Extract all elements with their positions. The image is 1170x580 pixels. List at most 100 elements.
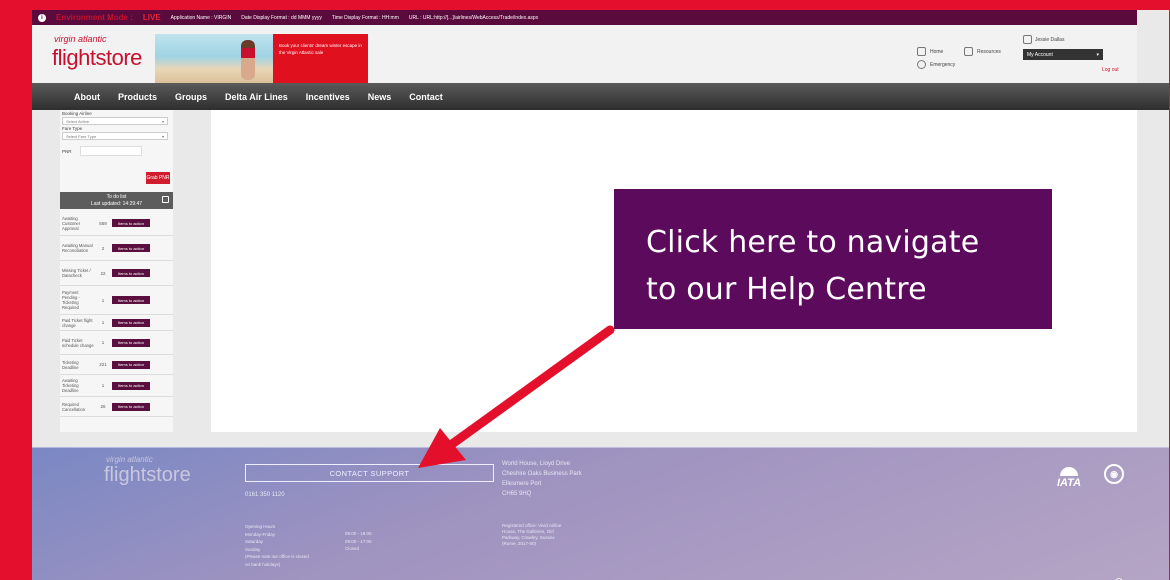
- hours-line: Opening Hours: [245, 524, 276, 529]
- todo-item-name: Payment Pending - Ticketing Required: [62, 290, 80, 310]
- iata-label: IATA: [1057, 477, 1082, 489]
- todo-item-name: Ticketing Deadline: [62, 359, 79, 370]
- nav-item-groups[interactable]: Groups: [175, 92, 207, 102]
- todo-item-name: Missing Ticket / Datacheck: [62, 268, 91, 278]
- pnr-input[interactable]: [79, 146, 142, 156]
- banner-figure: [241, 40, 255, 80]
- sidebar: Booking Airline Select Airline ▾ Fare Ty…: [60, 110, 173, 432]
- todo-row: Required Cancellation 26 Items to action: [60, 397, 173, 417]
- env-url: URL : URL:http://[...]/airlines/WebAcces…: [408, 14, 539, 21]
- todo-row: Awaiting Customer Approval 559 Items to …: [60, 211, 173, 236]
- todo-list: Awaiting Customer Approval 559 Items to …: [60, 211, 173, 417]
- headset-icon: [917, 60, 926, 69]
- env-time-format: Time Display Format : HH:mm: [331, 14, 399, 21]
- env-mode-label: Environment Mode :: [56, 13, 133, 22]
- todo-item-count: 1: [101, 320, 105, 325]
- home-link-label: Home: [930, 48, 944, 55]
- help-centre-callout: Click here to navigate to our Help Centr…: [614, 189, 1052, 329]
- home-link[interactable]: Home: [917, 47, 943, 56]
- chevron-down-icon: ▾: [161, 118, 164, 124]
- resources-link-label: Resources: [977, 48, 1001, 55]
- hours-time: 09:00 - 17:00: [345, 538, 372, 544]
- items-to-action-button[interactable]: Items to action: [112, 338, 150, 347]
- contact-support-button[interactable]: CONTACT SUPPORT: [245, 464, 494, 482]
- items-to-action-button[interactable]: Items to action: [112, 318, 150, 327]
- hours-line: Saturday: [245, 539, 264, 544]
- nav-item-products[interactable]: Products: [118, 92, 157, 102]
- todo-row: Payment Pending - Ticketing Required 1 I…: [60, 286, 173, 315]
- address-line: Ellesmere Port: [502, 481, 542, 487]
- document-icon: [964, 47, 973, 56]
- logo-flightstore[interactable]: flightstore: [52, 45, 142, 71]
- address-line: World House, Lloyd Drive: [502, 461, 570, 467]
- booking-airline-value: Select Airline: [66, 118, 90, 124]
- fare-type-select[interactable]: Select Fare Type ▾: [62, 132, 168, 140]
- items-to-action-button[interactable]: Items to action: [112, 381, 150, 390]
- items-to-action-button[interactable]: Items to action: [112, 244, 150, 252]
- todo-item-name: Awaiting Customer Approval: [62, 215, 81, 231]
- todo-item-count: 2: [101, 245, 105, 251]
- todo-item-count: 22: [100, 270, 106, 276]
- iata-globe-icon: [1060, 467, 1079, 476]
- todo-header: To do list Last updated: 14:29:47: [60, 192, 173, 209]
- logout-link[interactable]: Log out: [1102, 67, 1119, 73]
- callout-line-2: to our Help Centre: [646, 272, 927, 307]
- banner-photo: [155, 34, 273, 84]
- abta-badge-icon: ◉: [1104, 464, 1124, 484]
- footer-logo-flightstore[interactable]: flightstore: [104, 464, 191, 487]
- todo-item-name: Awaiting Ticketing Deadline: [62, 378, 79, 393]
- booking-airline-select[interactable]: Select Airline ▾: [62, 117, 168, 125]
- callout-line-1: Click here to navigate: [646, 225, 980, 260]
- support-phone: 0161 350 1120: [245, 492, 285, 498]
- nav-item-contact[interactable]: Contact: [409, 92, 443, 102]
- hours-line: (Please note our office is closed: [245, 554, 309, 559]
- footer-logo-brand-small[interactable]: virgin atlantic: [106, 455, 153, 464]
- registered-office: Registered office: Vivid Airline House, …: [502, 523, 561, 547]
- todo-item-name: Paid Ticket schedule change: [62, 337, 94, 348]
- items-to-action-button[interactable]: Items to action: [112, 219, 150, 227]
- nav-item-incentives[interactable]: Incentives: [306, 92, 350, 102]
- home-icon: [917, 47, 926, 56]
- fare-type-label: Fare Type: [62, 126, 83, 131]
- chevron-down-icon: ▾: [1096, 51, 1099, 58]
- todo-item-count: 1: [101, 340, 105, 345]
- todo-row: Paid Ticket schedule change 1 Items to a…: [60, 331, 173, 355]
- fare-type-value: Select Fare Type: [66, 133, 97, 139]
- todo-row: Paid Ticket flight change 1 Items to act…: [60, 315, 173, 331]
- resources-link[interactable]: Resources: [964, 47, 1001, 56]
- items-to-action-button[interactable]: Items to action: [112, 296, 150, 304]
- info-icon[interactable]: i: [38, 13, 46, 22]
- opening-hours: Opening Hours Monday-Friday Saturday Sun…: [245, 523, 309, 568]
- emergency-link[interactable]: Emergency: [917, 60, 955, 69]
- todo-row: Awaiting Manual Reconciliation 2 Items t…: [60, 236, 173, 261]
- hours-line: on bank holidays): [245, 561, 281, 567]
- user-name: Jessie Dallas: [1023, 35, 1121, 44]
- todo-updated: Last updated: 14:29:47: [90, 201, 143, 207]
- items-to-action-button[interactable]: Items to action: [112, 402, 150, 411]
- nav-item-delta[interactable]: Delta Air Lines: [225, 92, 288, 102]
- hours-line: Sunday: [245, 546, 261, 552]
- items-to-action-button[interactable]: Items to action: [112, 360, 150, 369]
- hours-time: Closed: [345, 546, 360, 551]
- booking-airline-label: Booking Airline: [62, 111, 92, 116]
- my-account-select[interactable]: My Account ▾: [1023, 49, 1103, 60]
- user-icon: [1023, 35, 1032, 44]
- footer-rule: [32, 447, 1169, 448]
- refresh-icon[interactable]: [162, 196, 169, 203]
- emergency-link-label: Emergency: [930, 61, 956, 68]
- environment-bar: i Environment Mode : LIVE Application Na…: [32, 10, 1137, 25]
- grab-pnr-button[interactable]: Grab PNR: [146, 172, 170, 184]
- office-line: (Rome, 2017-50): [502, 541, 537, 546]
- items-to-action-button[interactable]: Items to action: [112, 269, 150, 277]
- logo-brand-small[interactable]: virgin atlantic: [54, 34, 107, 44]
- nav-item-about[interactable]: About: [74, 92, 100, 102]
- user-block: Jessie Dallas My Account ▾: [1023, 35, 1121, 60]
- address-line: CH65 9HQ: [502, 491, 532, 497]
- address-line: Cheshire Oaks Business Park: [502, 471, 582, 477]
- site-header: virgin atlantic flightstore Book your cl…: [32, 25, 1137, 88]
- todo-item-count: 1: [101, 297, 105, 303]
- todo-row: Missing Ticket / Datacheck 22 Items to a…: [60, 261, 173, 286]
- promo-banner[interactable]: Book your clients' dream winter escape i…: [155, 34, 368, 84]
- nav-item-news[interactable]: News: [368, 92, 392, 102]
- iata-logo: IATA: [1057, 467, 1081, 489]
